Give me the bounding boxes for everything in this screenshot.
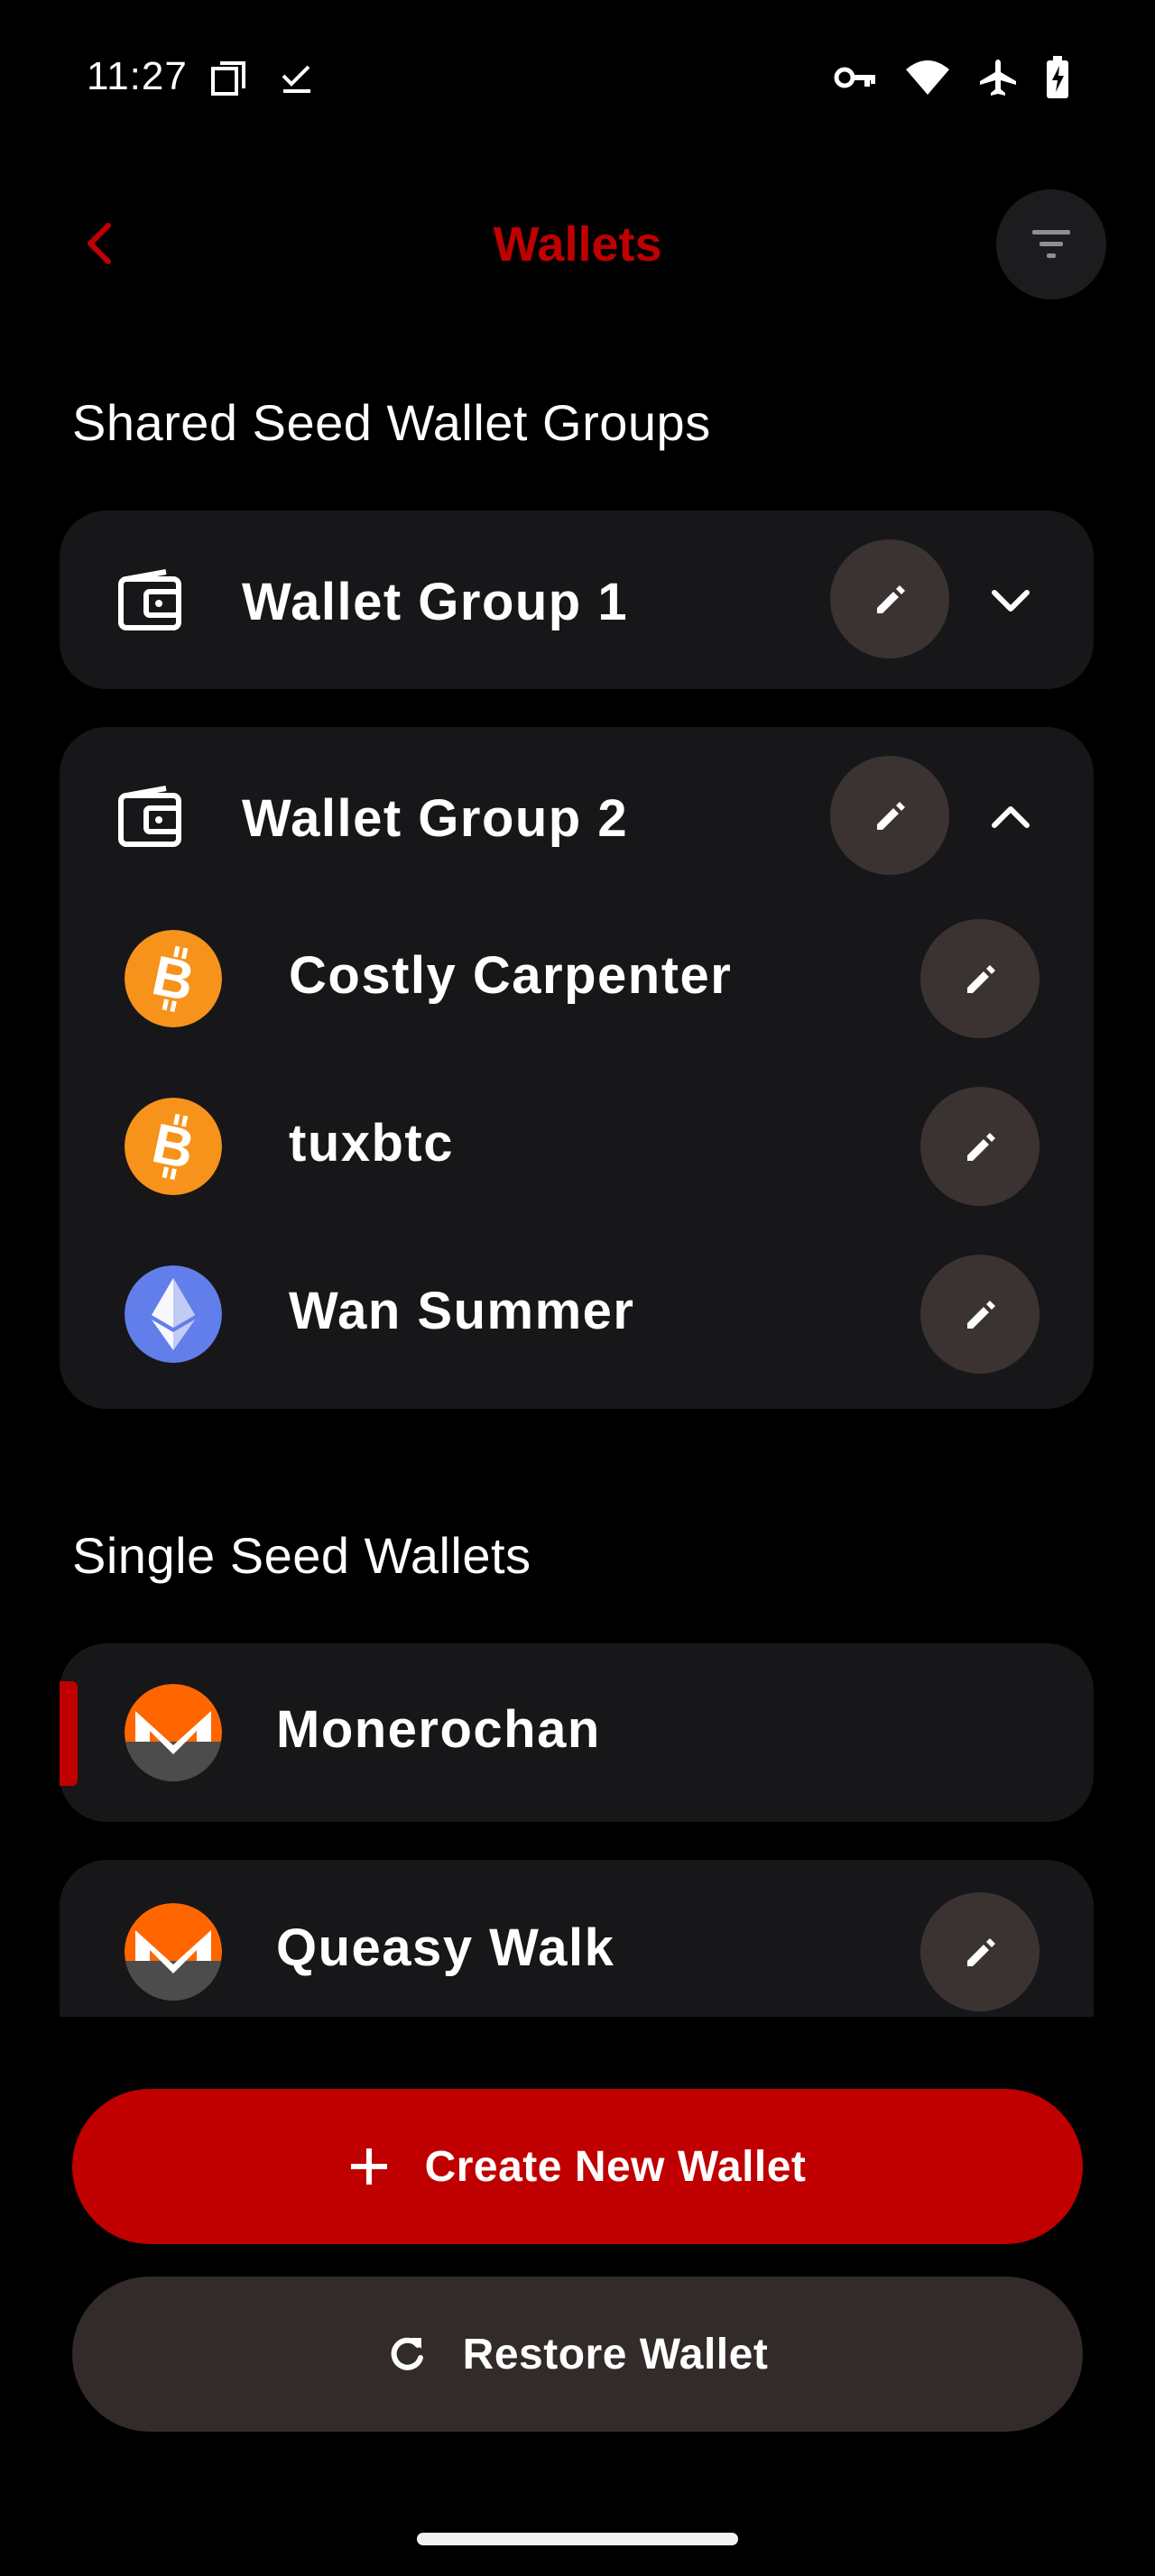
wallet-card[interactable]: Queasy Walk bbox=[60, 1860, 1094, 2017]
pencil-icon bbox=[877, 802, 905, 830]
status-time: 11:27 bbox=[87, 54, 188, 98]
create-new-wallet-label: Create New Wallet bbox=[424, 2142, 807, 2191]
single-section-title: Single Seed Wallets bbox=[72, 1527, 531, 1584]
wallet-name: Costly Carpenter bbox=[289, 946, 733, 1005]
wallet-card[interactable]: Monerochan bbox=[60, 1643, 1094, 1822]
wallet-name: Monerochan bbox=[276, 1700, 601, 1759]
bitcoin-icon: B bbox=[125, 1098, 222, 1195]
pencil-icon bbox=[967, 1938, 995, 1966]
wallet-icon bbox=[118, 569, 181, 630]
wallet-row[interactable]: Queasy Walk bbox=[60, 1860, 1094, 2028]
wallet-group-header[interactable]: Wallet Group 1 bbox=[60, 511, 1094, 691]
wallet-group-name: Wallet Group 1 bbox=[242, 573, 629, 631]
refresh-icon bbox=[391, 2337, 423, 2370]
filter-button[interactable] bbox=[996, 189, 1106, 299]
bitcoin-icon: B bbox=[125, 930, 222, 1027]
vpn-key-icon bbox=[834, 67, 875, 88]
collapse-group-button[interactable] bbox=[975, 781, 1047, 853]
wallet-row[interactable]: Monerochan bbox=[60, 1649, 1094, 1817]
airplane-icon bbox=[980, 60, 1016, 96]
edit-group-button[interactable] bbox=[830, 756, 949, 875]
pencil-icon bbox=[967, 965, 995, 993]
edit-wallet-button[interactable] bbox=[920, 919, 1040, 1038]
wallet-row[interactable]: B tuxbtc bbox=[60, 1063, 1094, 1230]
edit-wallet-button[interactable] bbox=[920, 1892, 1040, 2011]
status-bar: 11:27 bbox=[0, 0, 1155, 158]
wallet-group-card[interactable]: Wallet Group 1 bbox=[60, 511, 1094, 689]
screenshot-icon bbox=[211, 61, 245, 96]
edit-wallet-button[interactable] bbox=[920, 1255, 1040, 1374]
restore-wallet-button[interactable]: Restore Wallet bbox=[72, 2277, 1083, 2432]
wallet-name: tuxbtc bbox=[289, 1114, 454, 1173]
wifi-icon bbox=[906, 60, 949, 95]
ethereum-icon bbox=[125, 1265, 222, 1363]
edit-group-button[interactable] bbox=[830, 539, 949, 658]
monero-icon bbox=[125, 1903, 222, 2001]
expand-group-button[interactable] bbox=[975, 565, 1047, 637]
shared-section-title: Shared Seed Wallet Groups bbox=[72, 394, 711, 451]
edit-wallet-button[interactable] bbox=[920, 1087, 1040, 1206]
pencil-icon bbox=[967, 1301, 995, 1329]
wallet-name: Queasy Walk bbox=[276, 1918, 615, 1977]
page-title: Wallets bbox=[493, 217, 662, 271]
chevron-up-icon bbox=[992, 806, 1030, 828]
battery-charging-icon bbox=[1047, 56, 1068, 98]
create-new-wallet-button[interactable]: Create New Wallet bbox=[72, 2089, 1083, 2244]
monero-icon bbox=[125, 1684, 222, 1781]
home-indicator[interactable] bbox=[417, 2533, 738, 2545]
plus-icon bbox=[350, 2148, 387, 2185]
wallet-row[interactable]: B Costly Carpenter bbox=[60, 895, 1094, 1063]
restore-wallet-label: Restore Wallet bbox=[462, 2330, 769, 2378]
wallet-group-header[interactable]: Wallet Group 2 bbox=[60, 727, 1094, 907]
wallet-name: Wan Summer bbox=[289, 1282, 635, 1340]
filter-icon bbox=[1032, 230, 1070, 258]
pencil-icon bbox=[877, 585, 905, 613]
wallet-group-card[interactable]: Wallet Group 2 B Costly Carpenter B tuxb… bbox=[60, 727, 1094, 1409]
pencil-icon bbox=[967, 1133, 995, 1161]
wallet-icon bbox=[118, 786, 181, 847]
check-icon bbox=[282, 65, 310, 93]
wallet-row[interactable]: Wan Summer bbox=[60, 1230, 1094, 1398]
chevron-down-icon bbox=[992, 590, 1030, 612]
wallet-group-name: Wallet Group 2 bbox=[242, 789, 629, 848]
